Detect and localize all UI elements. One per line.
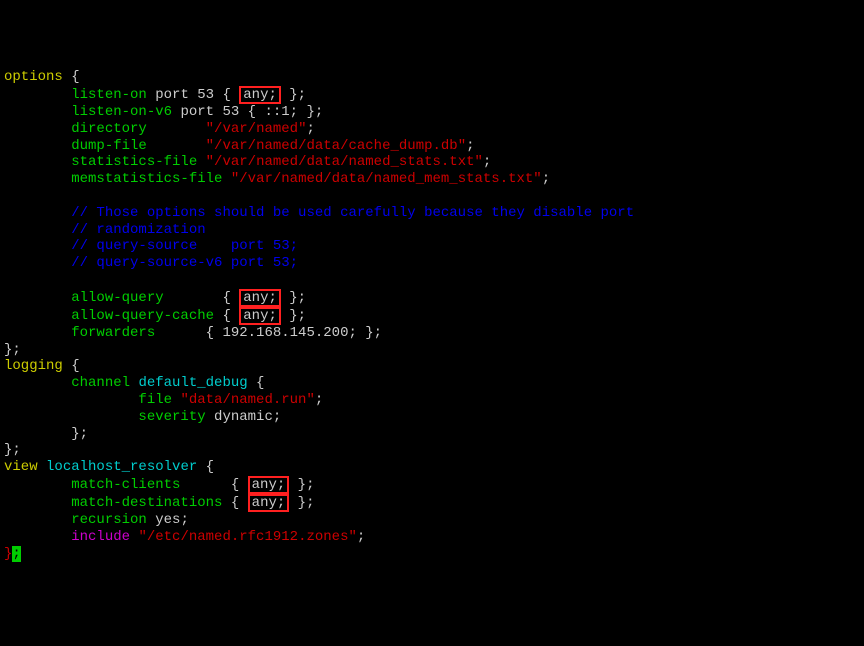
brace-close: }; bbox=[4, 342, 21, 358]
brace: { bbox=[63, 358, 80, 374]
keyword-memstatistics-file: memstatistics-file bbox=[71, 171, 222, 187]
text: yes; bbox=[147, 512, 189, 528]
terminal-viewport[interactable]: options { listen-on port 53 { any; }; li… bbox=[4, 69, 860, 562]
string-include: "/etc/named.rfc1912.zones" bbox=[138, 529, 356, 545]
brace-close: }; bbox=[71, 426, 88, 442]
pad bbox=[147, 138, 206, 154]
text: }; bbox=[289, 477, 314, 493]
semi: ; bbox=[315, 392, 323, 408]
keyword-forwarders: forwarders bbox=[71, 325, 155, 341]
keyword-channel: channel bbox=[71, 375, 130, 391]
keyword-include: include bbox=[71, 529, 130, 545]
keyword-options: options bbox=[4, 69, 63, 85]
semi: ; bbox=[306, 121, 314, 137]
highlight-any-allowquerycache: any; bbox=[239, 307, 281, 325]
ident-default-debug: default_debug bbox=[138, 375, 247, 391]
comment-line-4: // query-source-v6 port 53; bbox=[71, 255, 298, 271]
keyword-statistics-file: statistics-file bbox=[71, 154, 197, 170]
text: }; bbox=[281, 87, 306, 103]
keyword-severity: severity bbox=[138, 409, 205, 425]
value-any: any; bbox=[243, 308, 277, 324]
brace: { bbox=[248, 375, 265, 391]
keyword-match-clients: match-clients bbox=[71, 477, 180, 493]
text: }; bbox=[281, 290, 306, 306]
keyword-logging: logging bbox=[4, 358, 63, 374]
keyword-listen-on-v6: listen-on-v6 bbox=[71, 104, 172, 120]
value-any: any; bbox=[243, 290, 277, 306]
keyword-listen-on: listen-on bbox=[71, 87, 147, 103]
pad: { bbox=[180, 477, 247, 493]
string-directory: "/var/named" bbox=[206, 121, 307, 137]
text: }; bbox=[289, 495, 314, 511]
string-dumpfile: "/var/named/data/cache_dump.db" bbox=[206, 138, 466, 154]
comment-line-3: // query-source port 53; bbox=[71, 238, 298, 254]
string-statsfile: "/var/named/data/named_stats.txt" bbox=[206, 154, 483, 170]
text: dynamic; bbox=[206, 409, 282, 425]
highlight-any-listen: any; bbox=[239, 86, 281, 104]
text: port 53 { bbox=[147, 87, 239, 103]
keyword-allow-query: allow-query bbox=[71, 290, 163, 306]
terminal-cursor: ; bbox=[12, 546, 20, 562]
highlight-any-matchclients: any; bbox=[248, 476, 290, 494]
pad: { bbox=[164, 290, 240, 306]
semi: ; bbox=[466, 138, 474, 154]
value-any: any; bbox=[243, 87, 277, 103]
brace-close: }; bbox=[4, 442, 21, 458]
highlight-any-allowquery: any; bbox=[239, 289, 281, 307]
ident-localhost-resolver: localhost_resolver bbox=[46, 459, 197, 475]
keyword-file: file bbox=[138, 392, 172, 408]
keyword-dump-file: dump-file bbox=[71, 138, 147, 154]
pad bbox=[222, 171, 230, 187]
text: }; bbox=[281, 308, 306, 324]
semi: ; bbox=[542, 171, 550, 187]
pad: { bbox=[222, 495, 247, 511]
text: port 53 { ::1; }; bbox=[172, 104, 323, 120]
keyword-directory: directory bbox=[71, 121, 147, 137]
keyword-match-destinations: match-destinations bbox=[71, 495, 222, 511]
pad bbox=[147, 121, 206, 137]
string-memstatsfile: "/var/named/data/named_mem_stats.txt" bbox=[231, 171, 542, 187]
semi: ; bbox=[357, 529, 365, 545]
brace: { bbox=[197, 459, 214, 475]
keyword-view: view bbox=[4, 459, 38, 475]
keyword-allow-query-cache: allow-query-cache bbox=[71, 308, 214, 324]
pad: { bbox=[214, 308, 239, 324]
highlight-any-matchdest: any; bbox=[248, 494, 290, 512]
brace: { bbox=[63, 69, 80, 85]
text: { 192.168.145.200; }; bbox=[155, 325, 382, 341]
keyword-recursion: recursion bbox=[71, 512, 147, 528]
value-any: any; bbox=[252, 477, 286, 493]
comment-line-2: // randomization bbox=[71, 222, 205, 238]
value-any: any; bbox=[252, 495, 286, 511]
comment-line-1: // Those options should be used carefull… bbox=[71, 205, 634, 221]
semi: ; bbox=[483, 154, 491, 170]
pad bbox=[197, 154, 205, 170]
string-filelog: "data/named.run" bbox=[180, 392, 314, 408]
